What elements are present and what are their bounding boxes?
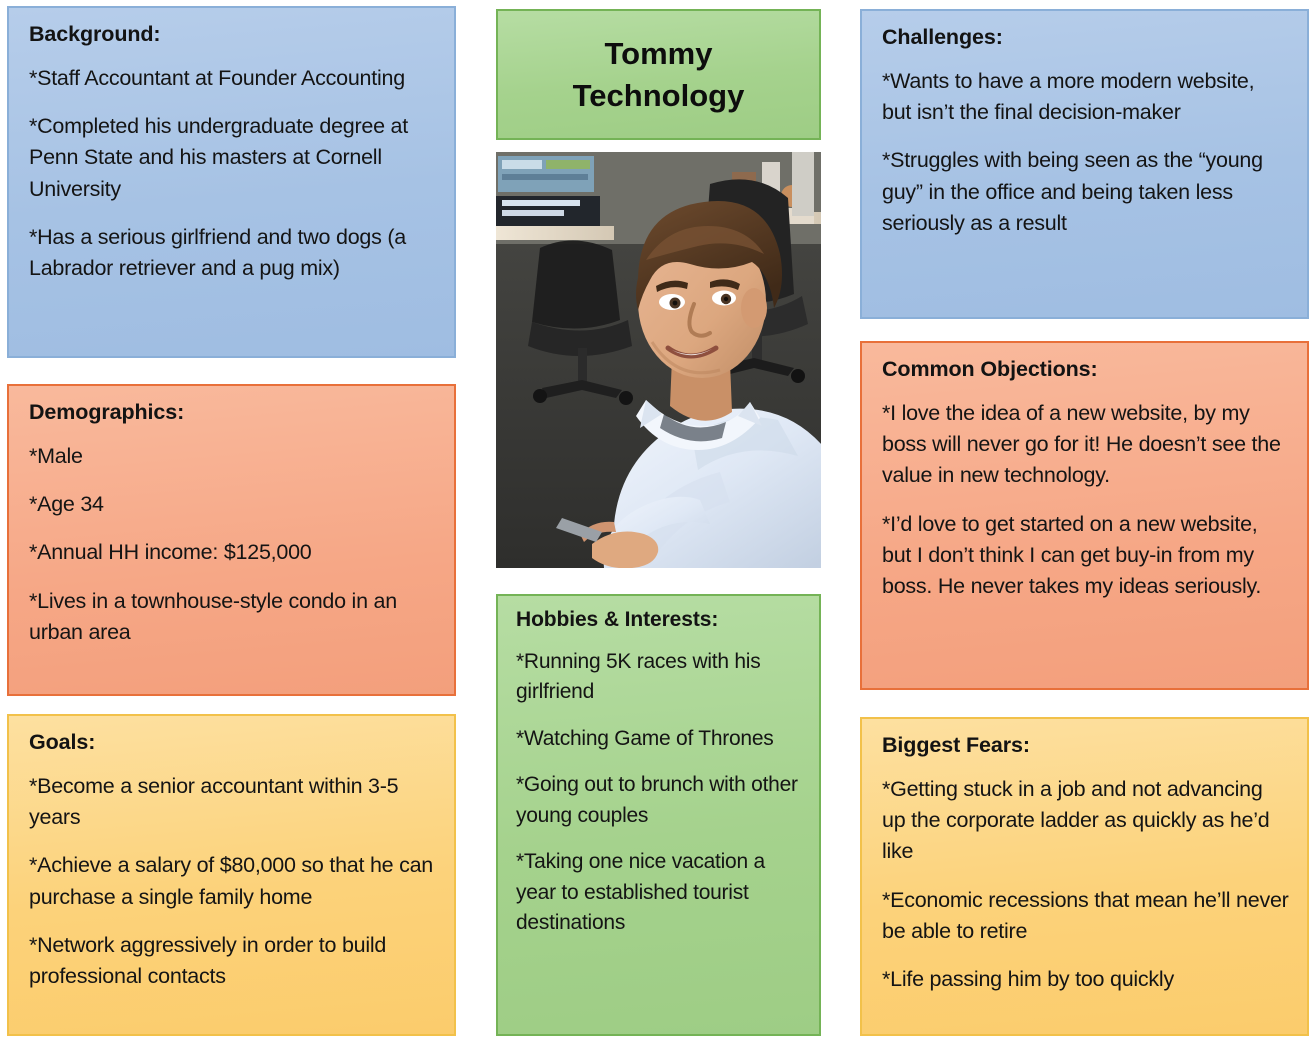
goals-card-title: Goals: xyxy=(29,730,96,754)
objections-card-title: Common Objections: xyxy=(882,357,1098,381)
hobbies-bullet: *Going out to brunch with other young co… xyxy=(516,773,798,827)
fears-bullet: *Getting stuck in a job and not advancin… xyxy=(882,777,1270,864)
hobbies-card-title: Hobbies & Interests: xyxy=(516,608,719,631)
objections-bullet: *I’d love to get started on a new websit… xyxy=(882,511,1262,598)
hobbies-bullet: *Taking one nice vacation a year to esta… xyxy=(516,850,765,935)
demographics-bullet: *Male xyxy=(29,444,83,468)
goals-card: Goals: *Become a senior accountant withi… xyxy=(7,714,456,1036)
background-card-title: Background: xyxy=(29,22,161,46)
persona-name-line1: Tommy xyxy=(604,36,713,72)
background-bullet: *Completed his undergraduate degree at P… xyxy=(29,114,408,201)
demographics-card: Demographics: *Male *Age 34 *Annual HH i… xyxy=(7,384,456,696)
demographics-card-title: Demographics: xyxy=(29,400,185,424)
objections-bullet: *I love the idea of a new website, by my… xyxy=(882,401,1281,488)
challenges-card-title: Challenges: xyxy=(882,25,1003,49)
fears-bullet: *Life passing him by too quickly xyxy=(882,966,1174,991)
fears-card-title: Biggest Fears: xyxy=(882,733,1030,757)
fears-bullet: *Economic recessions that mean he’ll nev… xyxy=(882,887,1289,943)
persona-photo-illustration xyxy=(496,152,821,568)
challenges-bullet: *Struggles with being seen as the “young… xyxy=(882,148,1263,235)
challenges-bullet: *Wants to have a more modern website, bu… xyxy=(882,69,1255,125)
goals-bullet: *Achieve a salary of $80,000 so that he … xyxy=(29,853,433,909)
persona-name-line2: Technology xyxy=(572,77,745,113)
demographics-bullet: *Age 34 xyxy=(29,492,104,517)
persona-name: Tommy Technology xyxy=(573,33,745,115)
background-card: Background: *Staff Accountant at Founder… xyxy=(7,6,456,358)
persona-photo xyxy=(496,152,821,568)
objections-card: Common Objections: *I love the idea of a… xyxy=(860,341,1309,690)
challenges-card: Challenges: *Wants to have a more modern… xyxy=(860,9,1309,319)
goals-bullet: *Network aggressively in order to build … xyxy=(29,932,387,988)
persona-canvas: Background: *Staff Accountant at Founder… xyxy=(0,0,1316,1044)
background-bullet: *Has a serious girlfriend and two dogs (… xyxy=(29,224,406,280)
hobbies-bullet: *Watching Game of Thrones xyxy=(516,726,774,750)
goals-bullet: *Become a senior accountant within 3-5 y… xyxy=(29,774,399,830)
background-bullet: *Staff Accountant at Founder Accounting xyxy=(29,66,405,90)
hobbies-bullet: *Running 5K races with his girlfriend xyxy=(516,650,761,704)
persona-name-card: Tommy Technology xyxy=(496,9,821,140)
hobbies-card: Hobbies & Interests: *Running 5K races w… xyxy=(496,594,821,1036)
demographics-bullet: *Lives in a townhouse-style condo in an … xyxy=(29,588,397,644)
fears-card: Biggest Fears: *Getting stuck in a job a… xyxy=(860,717,1309,1036)
demographics-bullet: *Annual HH income: $125,000 xyxy=(29,540,312,565)
